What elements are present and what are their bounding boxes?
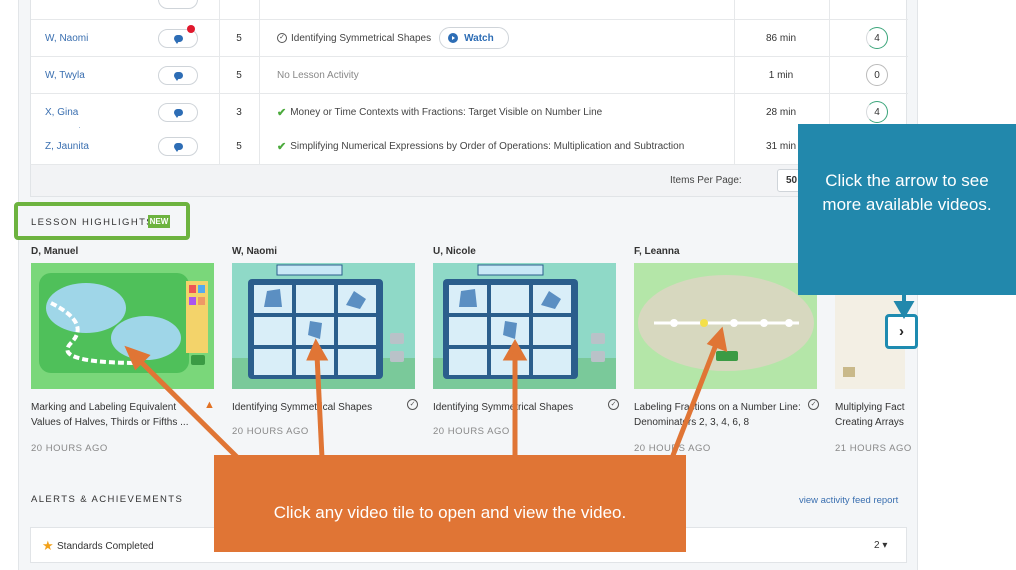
- video-tile[interactable]: [433, 263, 616, 389]
- lesson-title: Simplifying Numerical Expressions by Ord…: [290, 140, 685, 152]
- message-button[interactable]: [158, 66, 198, 85]
- lesson-activity: ✔ Money or Time Contexts with Fractions:…: [277, 94, 602, 130]
- chat-bubble-icon: [173, 109, 183, 118]
- completed-check-icon: ✔: [277, 106, 287, 119]
- video-thumbnail: [634, 263, 817, 389]
- table-row: W, Twyla 5 No Lesson Activity 1 min 0: [31, 57, 908, 94]
- lesson-title: Identifying Symmetrical Shapes: [291, 32, 432, 44]
- video-tile[interactable]: [634, 263, 817, 389]
- video-thumbnail: [31, 263, 214, 389]
- chat-bubble-icon: [173, 143, 183, 152]
- student-name-link[interactable]: W, Naomi: [45, 20, 88, 56]
- message-button[interactable]: [158, 0, 198, 9]
- card-lesson-title: Identifying Symmetrical Shapes: [433, 402, 574, 413]
- standards-completed-count[interactable]: 2 ▾: [874, 540, 887, 551]
- table-row: Z, Jaunita 5 ✔ Simplifying Numerical Exp…: [30, 128, 907, 165]
- chat-bubble-icon: [173, 72, 183, 81]
- table-row: [31, 0, 908, 20]
- progress-score-badge[interactable]: 0: [866, 64, 888, 86]
- items-per-page-value: 50: [786, 175, 798, 186]
- message-button[interactable]: [158, 137, 198, 156]
- video-tile[interactable]: [232, 263, 415, 389]
- progress-score-badge[interactable]: 4: [866, 27, 888, 49]
- card-time-ago: 20 HOURS AGO: [433, 426, 510, 437]
- card-time-ago: 21 HOURS AGO: [835, 443, 912, 454]
- warning-icon: ▲: [204, 399, 215, 411]
- time-spent: 86 min: [765, 32, 796, 44]
- watch-label: Watch: [464, 32, 494, 44]
- next-videos-arrow-button[interactable]: ›: [885, 314, 918, 349]
- completed-check-icon: ✔: [277, 140, 287, 153]
- student-name-link[interactable]: Z, Jaunita: [45, 128, 89, 164]
- grade-level: 5: [236, 69, 242, 81]
- video-thumbnail: [232, 263, 415, 389]
- card-student-name: U, Nicole: [433, 246, 476, 257]
- standards-completed-label: Standards Completed: [57, 541, 154, 552]
- completed-check-icon: ✓: [808, 399, 819, 410]
- pagination-bar: Items Per Page: 50 ▼: [30, 165, 907, 197]
- card-student-name: F, Leanna: [634, 246, 680, 257]
- lesson-activity: ✔ Simplifying Numerical Expressions by O…: [277, 128, 684, 164]
- chat-bubble-icon: [173, 35, 183, 44]
- alerts-achievements-title: ALERTS & ACHIEVEMENTS: [31, 494, 184, 505]
- card-student-name: W, Naomi: [232, 246, 278, 257]
- video-thumbnail: [433, 263, 616, 389]
- card-lesson-title: Marking and Labeling Equivalent Values o…: [31, 402, 189, 428]
- progress-score-badge[interactable]: 4: [866, 101, 888, 123]
- activity-feed-report-link[interactable]: view activity feed report: [799, 495, 898, 506]
- grade-level: 3: [236, 106, 242, 118]
- card-lesson-title: Labeling Fractions on a Number Line: Den…: [634, 402, 801, 428]
- lesson-highlights-title: LESSON HIGHLIGHTS: [31, 217, 155, 228]
- lesson-activity: ✓ Identifying Symmetrical Shapes Watch: [277, 20, 509, 56]
- star-icon: ★: [42, 538, 54, 553]
- card-lesson-title: Identifying Symmetrical Shapes: [232, 402, 373, 413]
- grade-level: 5: [236, 140, 242, 152]
- watch-button[interactable]: Watch: [439, 27, 509, 49]
- more-videos-callout: Click the arrow to see more available vi…: [798, 124, 1016, 295]
- page: W, Naomi 5 ✓ Identifying Symmetrical Sha…: [0, 0, 1016, 570]
- notification-dot: [187, 25, 195, 33]
- video-tile[interactable]: [31, 263, 214, 389]
- completed-check-icon: ✓: [407, 399, 418, 410]
- table-row: X, Gina 3 ✔ Money or Time Contexts with …: [31, 94, 908, 131]
- card-student-name: D, Manuel: [31, 246, 79, 257]
- completed-check-icon: ✓: [608, 399, 619, 410]
- student-name-link[interactable]: W, Twyla: [45, 57, 85, 93]
- time-spent: 1 min: [768, 69, 794, 81]
- viewed-check-icon: ✓: [277, 33, 287, 43]
- new-badge: NEW: [148, 215, 170, 228]
- table-row: W, Naomi 5 ✓ Identifying Symmetrical Sha…: [31, 20, 908, 57]
- card-time-ago: 20 HOURS AGO: [232, 426, 309, 437]
- card-time-ago: 20 HOURS AGO: [634, 443, 711, 454]
- items-per-page-label: Items Per Page:: [670, 175, 742, 186]
- play-icon: [448, 33, 459, 43]
- lesson-title: Money or Time Contexts with Fractions: T…: [290, 106, 603, 118]
- grade-level: 5: [236, 32, 242, 44]
- card-lesson-title: Multiplying Fact Creating Arrays: [835, 402, 905, 428]
- message-button[interactable]: [158, 103, 198, 122]
- card-time-ago: 20 HOURS AGO: [31, 443, 108, 454]
- lesson-activity: No Lesson Activity: [277, 69, 359, 81]
- video-tile-callout: Click any video tile to open and view th…: [214, 455, 686, 552]
